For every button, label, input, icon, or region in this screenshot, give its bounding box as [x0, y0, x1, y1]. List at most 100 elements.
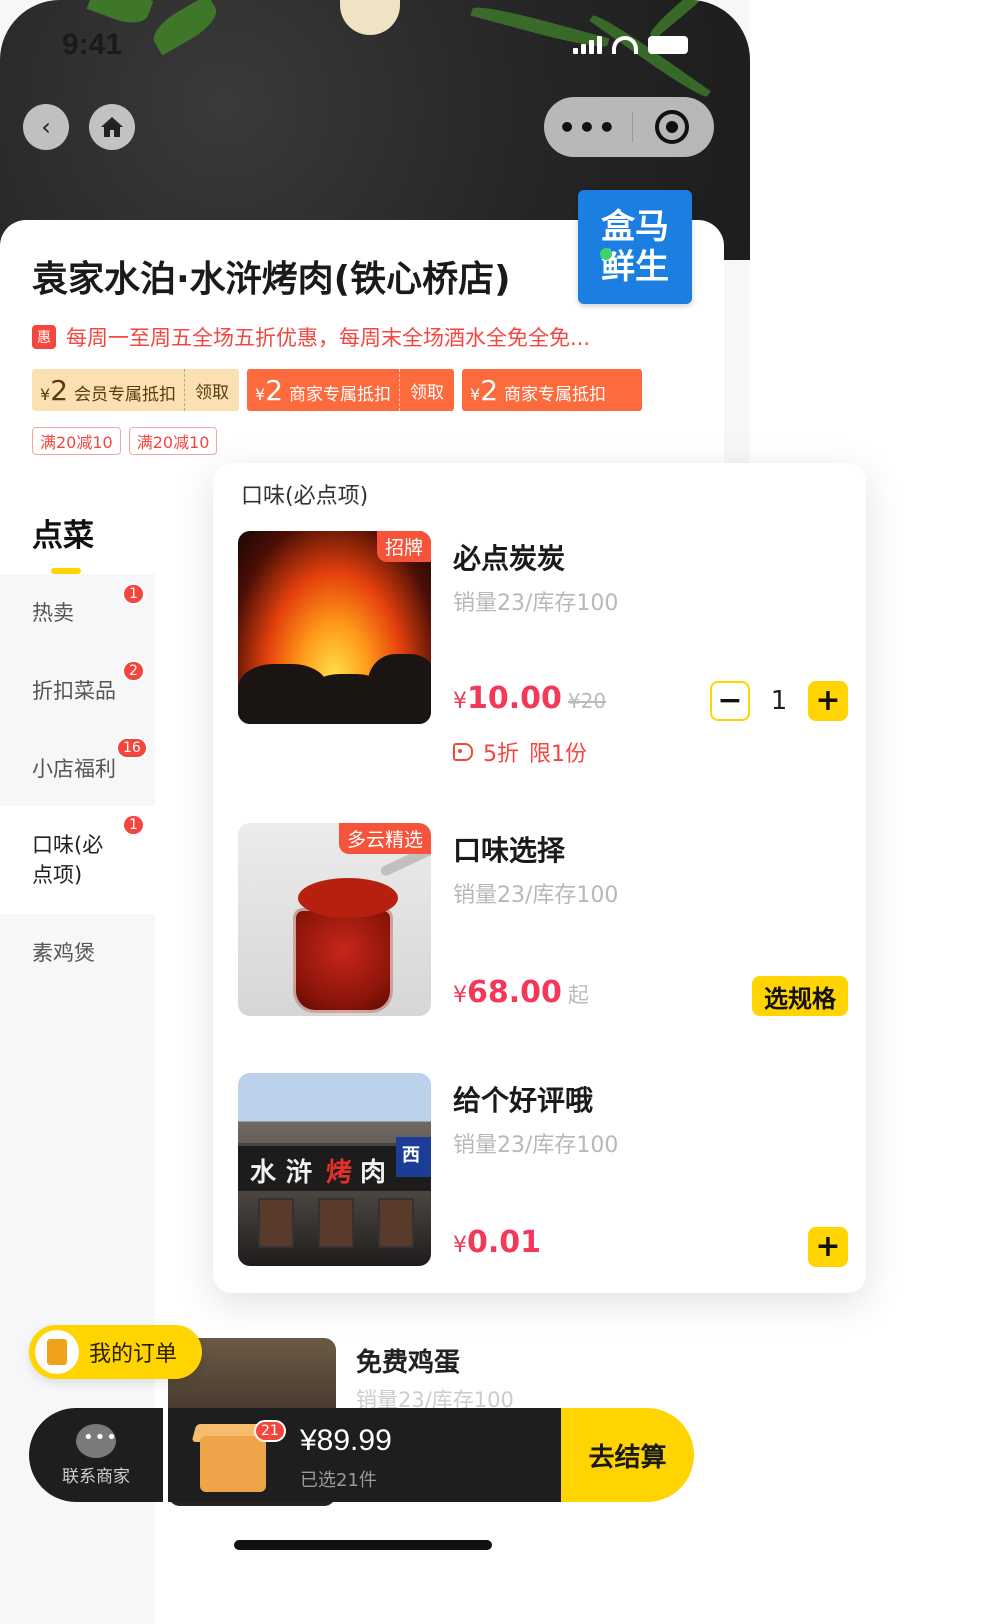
original-price: ¥20 — [567, 689, 607, 713]
quantity-stepper: − 1 + — [710, 681, 848, 721]
product-name: 免费鸡蛋 — [356, 1348, 461, 1378]
home-icon — [101, 117, 123, 137]
product-name: 口味选择 — [453, 834, 566, 867]
contact-merchant-button[interactable]: 联系商家 — [29, 1408, 163, 1502]
product-item[interactable]: 水 浒 烤 肉 西 给个好评哦 销量23/库存100 ¥0.01 + — [238, 1073, 848, 1269]
product-price: ¥0.01 — [453, 1225, 541, 1260]
shop-logo: 盒马 鲜生 — [578, 190, 692, 304]
discount-info: 5折 限1份 — [453, 736, 587, 768]
coupon-list: ¥2 会员专属抵扣 领取 ¥2 商家专属抵扣 领取 ¥2 商家专属抵扣 — [32, 369, 643, 411]
coupon-currency: ¥ — [40, 384, 51, 404]
price-suffix: 起 — [567, 983, 589, 1007]
product-price: ¥68.00 起 — [453, 975, 589, 1010]
coupon-amount: 2 — [265, 373, 284, 407]
product-name: 给个好评哦 — [453, 1084, 594, 1117]
minus-icon: − — [717, 683, 743, 718]
sign-char: 水 — [250, 1158, 277, 1188]
price-value: 0.01 — [467, 1225, 542, 1260]
sidebar-badge: 1 — [122, 583, 145, 605]
coupon-label: 商家专属抵扣 — [504, 384, 607, 405]
garlic-decoration — [340, 0, 400, 35]
price-currency: ¥ — [453, 1233, 467, 1258]
sidebar-badge: 16 — [116, 737, 148, 759]
coupon-label: 会员专属抵扣 — [74, 384, 177, 405]
product-tag: 招牌 — [376, 531, 431, 562]
quantity-value: 1 — [770, 686, 788, 716]
product-item[interactable]: 招牌 必点炭炭 销量23/库存100 ¥10.00 ¥20 5折 限1份 − 1… — [238, 531, 848, 767]
coupon-merchant[interactable]: ¥2 商家专属抵扣 领取 — [247, 369, 455, 411]
status-icons — [573, 36, 688, 54]
add-to-cart-button[interactable]: + — [808, 1227, 848, 1267]
battery-icon — [648, 36, 688, 54]
coupon-member[interactable]: ¥2 会员专属抵扣 领取 — [32, 369, 240, 411]
plus-icon: + — [815, 683, 841, 718]
product-sales: 销量23/库存100 — [453, 1133, 619, 1158]
sign-char: 烤 — [326, 1158, 353, 1188]
my-orders-label: 我的订单 — [89, 1342, 178, 1367]
back-button[interactable]: ‹ — [23, 104, 69, 150]
sidebar-header[interactable]: 点菜 — [0, 470, 155, 574]
bottom-cart-bar: 联系商家 21 ¥89.99 已选21件 去结算 — [29, 1408, 694, 1502]
signal-icon — [573, 36, 602, 54]
plus-icon: + — [815, 1229, 841, 1264]
product-item[interactable]: 多云精选 口味选择 销量23/库存100 ¥68.00 起 选规格 — [238, 823, 848, 1019]
my-orders-button[interactable]: 我的订单 — [29, 1325, 202, 1379]
coupon-currency: ¥ — [470, 384, 481, 404]
shop-name: 袁家水泊·水浒烤肉(铁心桥店) — [32, 259, 511, 300]
sign-extra: 西 — [402, 1145, 420, 1166]
discount-tag: 满20减10 — [128, 427, 218, 455]
product-thumbnail[interactable]: 多云精选 — [238, 823, 431, 1016]
sidebar-item-label: 小店福利 — [32, 757, 116, 781]
more-button[interactable]: ••• — [544, 111, 632, 144]
product-sales: 销量23/库存100 — [453, 591, 619, 616]
sidebar-item-label: 素鸡煲 — [32, 941, 95, 965]
coupon-currency: ¥ — [255, 384, 266, 404]
promo-badge: 惠 — [32, 325, 56, 349]
decrease-button[interactable]: − — [710, 681, 750, 721]
price-value: 10.00 — [467, 681, 562, 716]
tag-icon — [453, 743, 473, 761]
chat-icon — [76, 1423, 118, 1458]
wifi-icon — [612, 36, 638, 54]
sidebar-title: 点菜 — [32, 518, 94, 554]
sidebar-item-label: 热卖 — [32, 601, 74, 625]
price-currency: ¥ — [453, 689, 467, 714]
logo-text-line-1: 盒马 — [601, 207, 669, 247]
cart-selected-count: 已选21件 — [300, 1470, 377, 1491]
claim-coupon-button[interactable]: 领取 — [184, 369, 239, 411]
promo-line[interactable]: 惠 每周一至周五全场五折优惠，每周末全场酒水全免全免... — [32, 322, 590, 352]
claim-coupon-button[interactable]: 领取 — [399, 369, 454, 411]
increase-button[interactable]: + — [808, 681, 848, 721]
capsule-divider — [632, 112, 633, 142]
cart-total: ¥89.99 — [300, 1424, 392, 1457]
logo-dot — [600, 248, 612, 260]
close-mini-program-button[interactable] — [655, 110, 689, 144]
select-spec-button[interactable]: 选规格 — [752, 976, 848, 1016]
coupon-merchant[interactable]: ¥2 商家专属抵扣 — [462, 369, 643, 411]
sidebar-item-vegetarian-chicken[interactable]: 素鸡煲 — [0, 938, 155, 968]
discount-tags: 满20减10 满20减10 — [32, 427, 218, 455]
purchase-limit: 限1份 — [529, 742, 587, 767]
product-thumbnail[interactable]: 招牌 — [238, 531, 431, 724]
sign-char: 浒 — [286, 1158, 313, 1188]
product-sales: 销量23/库存100 — [453, 883, 619, 908]
product-name: 必点炭炭 — [453, 542, 566, 575]
sidebar-badge: 1 — [122, 814, 145, 836]
contact-label: 联系商家 — [62, 1466, 130, 1487]
coupon-label: 商家专属抵扣 — [289, 384, 392, 405]
coupon-amount: 2 — [50, 373, 69, 407]
promo-text: 每周一至周五全场五折优惠，每周末全场酒水全免全免... — [66, 326, 591, 350]
cart-summary[interactable]: 21 ¥89.99 已选21件 — [168, 1408, 561, 1502]
discount-rate: 5折 — [483, 742, 519, 767]
price-currency: ¥ — [453, 983, 467, 1008]
status-time: 9:41 — [62, 28, 123, 61]
price-value: 68.00 — [467, 975, 562, 1010]
sidebar-badge: 2 — [122, 660, 145, 682]
home-indicator — [234, 1540, 492, 1550]
sidebar-item-label: 折扣菜品 — [32, 679, 116, 703]
checkout-button[interactable]: 去结算 — [561, 1408, 694, 1502]
mini-program-capsule: ••• — [544, 97, 714, 157]
home-button[interactable] — [89, 104, 135, 150]
product-thumbnail[interactable]: 水 浒 烤 肉 西 — [238, 1073, 431, 1266]
herb-leaf — [147, 0, 223, 56]
